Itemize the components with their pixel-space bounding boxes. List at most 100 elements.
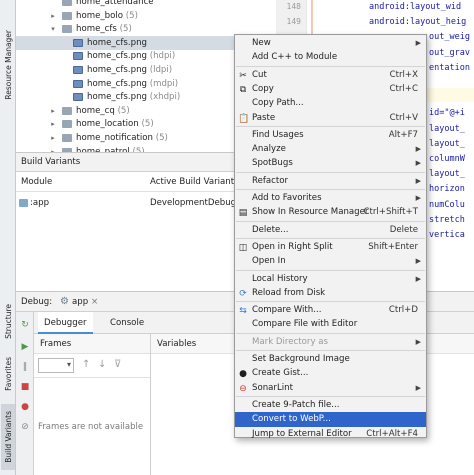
active-variant-value[interactable]: DevelopmentDebug: [150, 192, 236, 214]
menu-item-show-in-resource-manager[interactable]: ▤ Show In Resource Manager Ctrl+Shift+T: [235, 205, 426, 220]
tree-folder-item[interactable]: ▸ home_bolo (5): [16, 9, 276, 23]
stop-icon[interactable]: ■: [20, 382, 30, 392]
menu-item-convert-to-webp[interactable]: Convert to WebP...: [235, 412, 426, 428]
menu-item-open-in-right-split[interactable]: ◫ Open in Right Split Shift+Enter: [235, 240, 426, 255]
code-line: android:layout_wid: [369, 2, 462, 12]
menu-item-label: New: [252, 38, 271, 48]
submenu-arrow-icon: ▶: [415, 39, 421, 47]
context-menu: New ▶ Add C++ to Module ✂ Cut Ctrl+X ⧉ Copy Ctrl…: [234, 34, 427, 439]
menu-item-add-to-favorites[interactable]: Add to Favorites ▶: [235, 191, 426, 206]
breakpoints-icon[interactable]: ●: [20, 402, 30, 412]
tab-resource-manager[interactable]: Resource Manager: [1, 20, 15, 110]
menu-item-label: Cut: [252, 69, 267, 80]
code-line: layout_: [429, 123, 465, 134]
menu-item-jump-to-external-editor[interactable]: Jump to External Editor Ctrl+Alt+F4: [235, 427, 426, 442]
tree-item-label: home_cq (5): [76, 105, 130, 116]
menu-item-copy[interactable]: ⧉ Copy Ctrl+C: [235, 82, 426, 97]
code-line: entation: [429, 62, 470, 73]
tree-item-label: home_location (5): [76, 119, 154, 130]
menu-item-set-background-image[interactable]: Set Background Image: [235, 352, 426, 367]
down-arrow-icon[interactable]: ↓: [98, 359, 106, 370]
menu-item-add-c-to-module[interactable]: Add C++ to Module: [235, 50, 426, 65]
tab-console[interactable]: Console: [104, 312, 150, 334]
frames-toolbar: ↑ ↓ ⊽: [34, 354, 150, 378]
menu-item-label: Create Gist...: [252, 368, 309, 379]
menu-item-label: Refactor: [252, 175, 289, 186]
menu-item-compare-with[interactable]: ⇆ Compare With... Ctrl+D: [235, 303, 426, 318]
chevron-right-icon[interactable]: ▸: [48, 145, 58, 152]
resource-manager-icon: ▤: [238, 208, 248, 219]
mute-breakpoints-icon[interactable]: ⊘: [20, 422, 30, 432]
menu-item-new[interactable]: New ▶: [235, 36, 426, 51]
up-arrow-icon[interactable]: ↑: [82, 359, 90, 370]
tree-item-suffix: (xhdpi): [149, 92, 181, 103]
menu-item-shortcut: Delete: [389, 224, 418, 235]
paste-icon: 📋: [238, 113, 250, 124]
close-icon[interactable]: ×: [91, 292, 98, 312]
menu-item-copy-path[interactable]: Copy Path...: [235, 96, 426, 111]
menu-item-create-gist[interactable]: ● Create Gist...: [235, 366, 426, 381]
tab-resource-manager-label: Resource Manager: [3, 30, 13, 100]
tab-debugger[interactable]: Debugger: [38, 312, 93, 334]
tree-item-suffix: (5): [119, 24, 132, 35]
menu-separator: [236, 125, 425, 127]
menu-item-find-usages[interactable]: Find Usages Alt+F7: [235, 128, 426, 143]
menu-separator: [236, 332, 425, 334]
menu-item-label: Delete...: [252, 224, 289, 235]
menu-item-paste[interactable]: 📋 Paste Ctrl+V: [235, 111, 426, 126]
menu-item-create-9-patch-file[interactable]: Create 9-Patch file...: [235, 398, 426, 413]
submenu-arrow-icon: ▶: [415, 194, 421, 202]
chevron-right-icon[interactable]: ▸: [48, 9, 58, 23]
menu-item-local-history[interactable]: Local History ▶: [235, 272, 426, 287]
menu-item-analyze[interactable]: Analyze ▶: [235, 142, 426, 157]
tab-favorites[interactable]: Favorites: [1, 350, 15, 398]
compare-icon: ⇆: [239, 306, 247, 317]
code-line: layout_: [429, 138, 465, 149]
line-number: 148: [286, 2, 301, 11]
submenu-arrow-icon: ▶: [415, 274, 421, 283]
reload-icon: ⟳: [239, 288, 247, 299]
menu-item-label: Compare With...: [252, 305, 322, 316]
chevron-right-icon[interactable]: ▸: [48, 117, 58, 131]
tab-build-variants[interactable]: Build Variants: [1, 404, 15, 470]
chevron-right-icon[interactable]: ▸: [48, 104, 58, 118]
menu-item-reload-from-disk[interactable]: ⟳ Reload from Disk: [235, 286, 426, 301]
menu-item-refactor[interactable]: Refactor ▶: [235, 174, 426, 189]
menu-item-label: Copy Path...: [252, 98, 304, 109]
menu-item-label: Paste: [252, 112, 276, 123]
resume-icon[interactable]: ▶: [20, 342, 30, 352]
filter-icon[interactable]: ⊽: [114, 359, 121, 370]
menu-item-open-in[interactable]: Open In ▶: [235, 254, 426, 269]
chevron-down-icon[interactable]: ▾: [48, 22, 58, 36]
menu-item-shortcut: Ctrl+Shift+T: [363, 207, 418, 218]
menu-item-label: Open In: [252, 256, 286, 267]
column-module: Module: [21, 177, 53, 187]
chevron-right-icon[interactable]: ▸: [48, 131, 58, 145]
menu-item-mark-directory-as[interactable]: Mark Directory as ▶: [235, 335, 426, 350]
github-icon: ●: [239, 369, 247, 380]
menu-item-sonarlint[interactable]: ⊖ SonarLint ▶: [235, 381, 426, 396]
menu-item-label: Add to Favorites: [252, 193, 322, 203]
menu-item-compare-file-with-editor[interactable]: Compare File with Editor: [235, 317, 426, 332]
tab-structure[interactable]: Structure: [1, 298, 15, 344]
menu-separator: [236, 189, 425, 190]
code-line: stretch: [429, 214, 465, 225]
menu-item-shortcut: Ctrl+V: [389, 112, 418, 123]
folder-icon: [62, 25, 72, 34]
thread-selector[interactable]: [38, 358, 74, 373]
tree-item-label: home_cfs.png: [87, 37, 147, 48]
menu-item-cut[interactable]: ✂ Cut Ctrl+X: [235, 68, 426, 83]
menu-item-label: Find Usages: [252, 129, 304, 140]
menu-item-delete[interactable]: Delete... Delete: [235, 223, 426, 238]
menu-item-shortcut: Ctrl+D: [388, 305, 418, 316]
image-file-icon: [73, 52, 83, 61]
menu-item-label: Add C++ to Module: [252, 52, 338, 63]
split-icon: ◫: [238, 242, 248, 253]
menu-item-spotbugs[interactable]: SpotBugs ▶: [235, 156, 426, 171]
debug-config-tab[interactable]: app: [72, 292, 88, 312]
menu-item-label: Jump to External Editor: [252, 428, 352, 439]
menu-separator: [236, 65, 425, 67]
submenu-arrow-icon: ▶: [415, 176, 421, 185]
pause-icon[interactable]: ‖: [20, 362, 30, 372]
rerun-icon[interactable]: ↻: [20, 320, 30, 330]
